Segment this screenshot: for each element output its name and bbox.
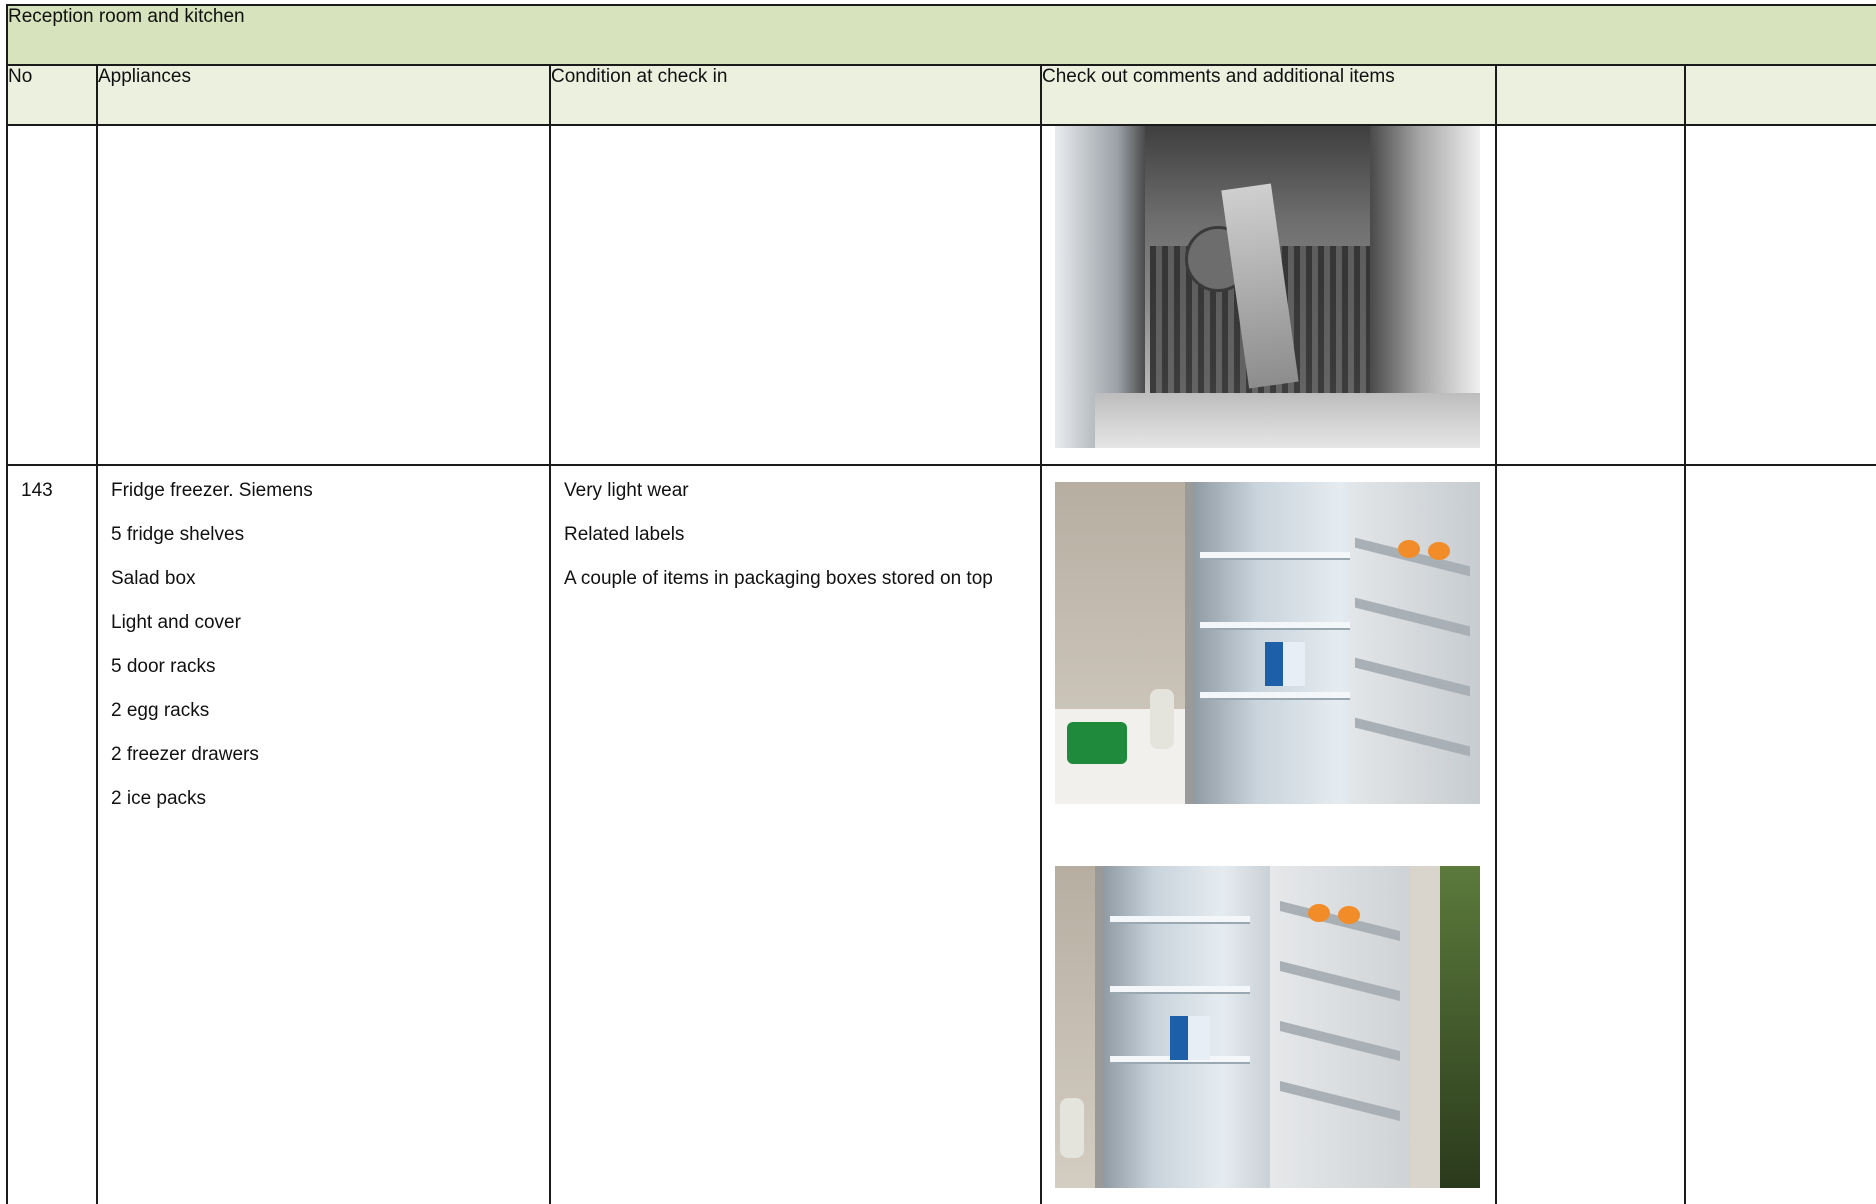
row-no-cell: 143 [6, 464, 98, 1204]
appliance-item: Light and cover [111, 612, 241, 633]
header-no: No [6, 64, 98, 126]
row-no-cell [6, 124, 98, 466]
row-extra-1-cell [1495, 464, 1686, 1204]
inventory-table: Reception room and kitchen No Appliances… [6, 4, 1876, 1204]
table-row: 143 Fridge freezer. Siemens 5 fridge she… [6, 464, 1876, 1204]
section-title: Reception room and kitchen [6, 4, 1876, 66]
table-row [6, 124, 1876, 466]
section-header-row: Reception room and kitchen [6, 4, 1876, 66]
row-photo-cell [1040, 124, 1497, 466]
item-number: 143 [21, 480, 53, 501]
condition-note: A couple of items in packaging boxes sto… [564, 568, 993, 589]
appliance-item: 5 door racks [111, 656, 216, 677]
header-appliances: Appliances [96, 64, 551, 126]
row-extra-2-cell [1684, 464, 1876, 1204]
header-extra-2 [1684, 64, 1876, 126]
appliance-item: Fridge freezer. Siemens [111, 480, 313, 501]
fridge-photo-front [1055, 482, 1480, 804]
row-condition-cell: Very light wear Related labels A couple … [549, 464, 1042, 1204]
header-extra-1 [1495, 64, 1686, 126]
row-appliances-cell: Fridge freezer. Siemens 5 fridge shelves… [96, 464, 551, 1204]
column-header-row: No Appliances Condition at check in Chec… [6, 64, 1876, 126]
appliance-item: 5 fridge shelves [111, 524, 245, 545]
appliance-item: 2 ice packs [111, 788, 207, 809]
header-checkout: Check out comments and additional items [1040, 64, 1497, 126]
condition-note: Very light wear [564, 480, 689, 501]
appliance-item: Salad box [111, 568, 196, 589]
appliance-item: 2 egg racks [111, 700, 210, 721]
inventory-document: Reception room and kitchen No Appliances… [0, 0, 1876, 1204]
condition-note: Related labels [564, 524, 685, 545]
row-photo-cell [1040, 464, 1497, 1204]
row-condition-cell [549, 124, 1042, 466]
row-appliances-cell [96, 124, 551, 466]
fridge-photo-angle [1055, 866, 1480, 1188]
header-condition: Condition at check in [549, 64, 1042, 126]
appliance-item: 2 freezer drawers [111, 744, 259, 765]
dishwasher-photo [1055, 126, 1480, 448]
row-extra-1-cell [1495, 124, 1686, 466]
row-extra-2-cell [1684, 124, 1876, 466]
